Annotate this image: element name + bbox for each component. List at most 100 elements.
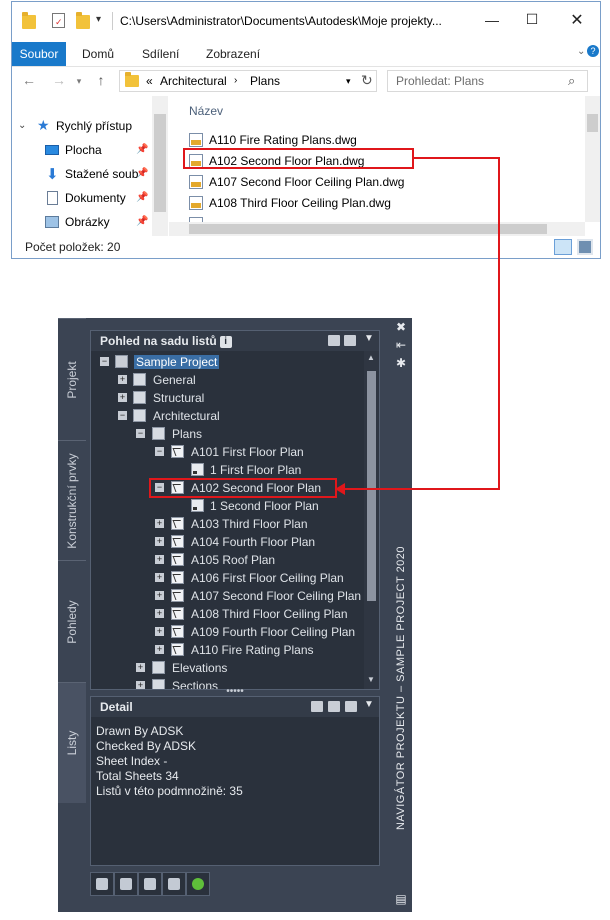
column-header-name[interactable]: Název — [189, 104, 223, 118]
address-segment-architectural[interactable]: Architectural — [160, 74, 227, 88]
tree-node-sheet[interactable]: + A105 Roof Plan — [91, 551, 361, 569]
refresh-icon[interactable]: ↻ — [361, 72, 373, 89]
chevron-right-icon[interactable]: › — [234, 75, 237, 86]
transmittal-icon[interactable] — [138, 872, 162, 896]
expand-icon[interactable]: + — [155, 537, 164, 546]
tree-node-sheet[interactable]: + A109 Fourth Floor Ceiling Plan — [91, 623, 361, 641]
tree-node-subset[interactable]: − Plans — [91, 425, 361, 443]
expand-icon[interactable]: + — [155, 519, 164, 528]
tree-node-sheet[interactable]: + A104 Fourth Floor Plan — [91, 533, 361, 551]
collapse-icon[interactable]: − — [136, 429, 145, 438]
zoom-icon[interactable] — [345, 701, 357, 712]
properties-icon[interactable]: ✓ — [52, 13, 65, 28]
chevron-down-icon[interactable]: ⌄ — [18, 120, 26, 131]
info-icon[interactable]: i — [219, 335, 232, 348]
tree-scroll-thumb[interactable] — [367, 371, 376, 601]
collapse-icon[interactable]: − — [118, 411, 127, 420]
file-list-hscroll-thumb[interactable] — [189, 224, 547, 234]
new-folder-icon[interactable] — [76, 12, 90, 29]
pin-icon[interactable]: 📌 — [136, 144, 148, 155]
expand-icon[interactable]: + — [136, 681, 145, 689]
file-item[interactable]: A107 Second Floor Ceiling Plan.dwg — [187, 172, 547, 193]
customize-qat-icon[interactable]: ▾ — [96, 14, 101, 25]
search-box[interactable]: Prohledat: Plans ⌕ — [387, 70, 588, 92]
close-icon[interactable]: ✖ — [394, 320, 408, 334]
tab-file[interactable]: Soubor — [12, 42, 66, 66]
properties-icon[interactable]: ✱ — [394, 356, 408, 370]
search-input[interactable]: Prohledat: Plans — [396, 74, 484, 88]
details-view-icon[interactable] — [554, 239, 572, 255]
nav-item-documents[interactable]: Dokumenty 📌 — [12, 188, 152, 210]
nav-item-quick-access[interactable]: ⌄ ★ Rychlý přístup — [12, 116, 152, 138]
splitter-grip[interactable]: ••••• — [225, 687, 245, 697]
tree-node-subset[interactable]: + Structural — [91, 389, 361, 407]
auto-hide-icon[interactable]: ⇤ — [394, 338, 408, 352]
expand-icon[interactable]: + — [155, 555, 164, 564]
back-icon[interactable]: ← — [20, 72, 38, 88]
nav-pane-scroll-thumb[interactable] — [154, 114, 166, 212]
plot-icon[interactable] — [114, 872, 138, 896]
tree-node-subset[interactable]: + Elevations — [91, 659, 361, 677]
tab-sheets[interactable]: Listy — [58, 682, 86, 803]
address-dropdown-icon[interactable]: ▾ — [346, 76, 351, 87]
expand-icon[interactable]: + — [118, 375, 127, 384]
expand-icon[interactable]: + — [155, 645, 164, 654]
expand-icon[interactable]: + — [155, 573, 164, 582]
nav-item-pictures[interactable]: Obrázky 📌 — [12, 212, 152, 234]
address-bar[interactable]: « Architectural › Plans ▾ ↻ — [119, 70, 377, 92]
sheet-list-icon[interactable] — [162, 872, 186, 896]
tree-node-view[interactable]: 1 First Floor Plan — [91, 461, 361, 479]
tab-view[interactable]: Zobrazení — [206, 42, 260, 66]
pin-icon[interactable]: 📌 — [136, 216, 148, 227]
tree-node-view[interactable]: 1 Second Floor Plan — [91, 497, 361, 515]
tree-node-sheet[interactable]: + A103 Third Floor Plan — [91, 515, 361, 533]
pin-icon[interactable]: 📌 — [136, 192, 148, 203]
forward-icon[interactable]: → — [50, 72, 68, 88]
palette-grip-icon[interactable]: ▤ — [394, 892, 408, 906]
tree-node-root[interactable]: − Sample Project — [91, 353, 361, 371]
tab-views[interactable]: Pohledy — [58, 560, 86, 683]
minimize-icon[interactable]: — — [482, 12, 502, 28]
address-overflow[interactable]: « — [146, 74, 153, 88]
tab-constructs[interactable]: Konstrukční prvky — [58, 440, 86, 561]
expand-icon[interactable]: + — [155, 627, 164, 636]
recent-locations-icon[interactable]: ▾ — [70, 76, 88, 87]
expand-icon[interactable]: + — [118, 393, 127, 402]
scroll-down-icon[interactable]: ▼ — [367, 675, 375, 684]
panel-menu-icon[interactable]: ▼ — [364, 333, 374, 344]
expand-icon[interactable]: + — [136, 663, 145, 672]
panel-menu-icon[interactable]: ▼ — [364, 699, 374, 710]
tab-project[interactable]: Projekt — [58, 318, 86, 441]
preview-icon[interactable] — [311, 701, 323, 712]
help-icon[interactable]: ? — [587, 45, 599, 57]
up-icon[interactable]: ↑ — [92, 72, 110, 88]
address-segment-plans[interactable]: Plans — [250, 74, 280, 88]
tree-node-sheet[interactable]: + A107 Second Floor Ceiling Plan — [91, 587, 361, 605]
nav-item-desktop[interactable]: Plocha 📌 — [12, 140, 152, 162]
tree-node-sheet[interactable]: + A110 Fire Rating Plans — [91, 641, 361, 659]
expand-icon[interactable]: + — [155, 591, 164, 600]
collapse-icon[interactable]: − — [100, 357, 109, 366]
tree-node-sheet[interactable]: − A101 First Floor Plan — [91, 443, 361, 461]
file-item[interactable]: A108 Third Floor Ceiling Plan.dwg — [187, 193, 547, 214]
tree-node-sheet[interactable]: + A108 Third Floor Ceiling Plan — [91, 605, 361, 623]
publish-icon[interactable] — [90, 872, 114, 896]
file-list-vscroll-thumb[interactable] — [587, 114, 598, 132]
sheet-set-properties-icon[interactable] — [328, 335, 340, 346]
tab-home[interactable]: Domů — [82, 42, 114, 66]
collapse-icon[interactable]: − — [155, 447, 164, 456]
expand-icon[interactable]: + — [155, 609, 164, 618]
tree-node-sheet[interactable]: + A106 First Floor Ceiling Plan — [91, 569, 361, 587]
expand-ribbon-icon[interactable]: ⌄ — [577, 46, 585, 57]
tree-node-subset[interactable]: − Architectural — [91, 407, 361, 425]
large-icons-view-icon[interactable] — [577, 239, 593, 255]
scroll-up-icon[interactable]: ▲ — [367, 353, 375, 362]
tree-node-subset[interactable]: + General — [91, 371, 361, 389]
file-item-partial[interactable] — [187, 214, 547, 222]
details-icon[interactable] — [328, 701, 340, 712]
nav-item-downloads[interactable]: ⬇ Stažené soub 📌 — [12, 164, 152, 186]
maximize-icon[interactable]: ☐ — [522, 11, 542, 28]
tab-share[interactable]: Sdílení — [142, 42, 179, 66]
pin-icon[interactable]: 📌 — [136, 168, 148, 179]
new-subset-icon[interactable] — [344, 335, 356, 346]
